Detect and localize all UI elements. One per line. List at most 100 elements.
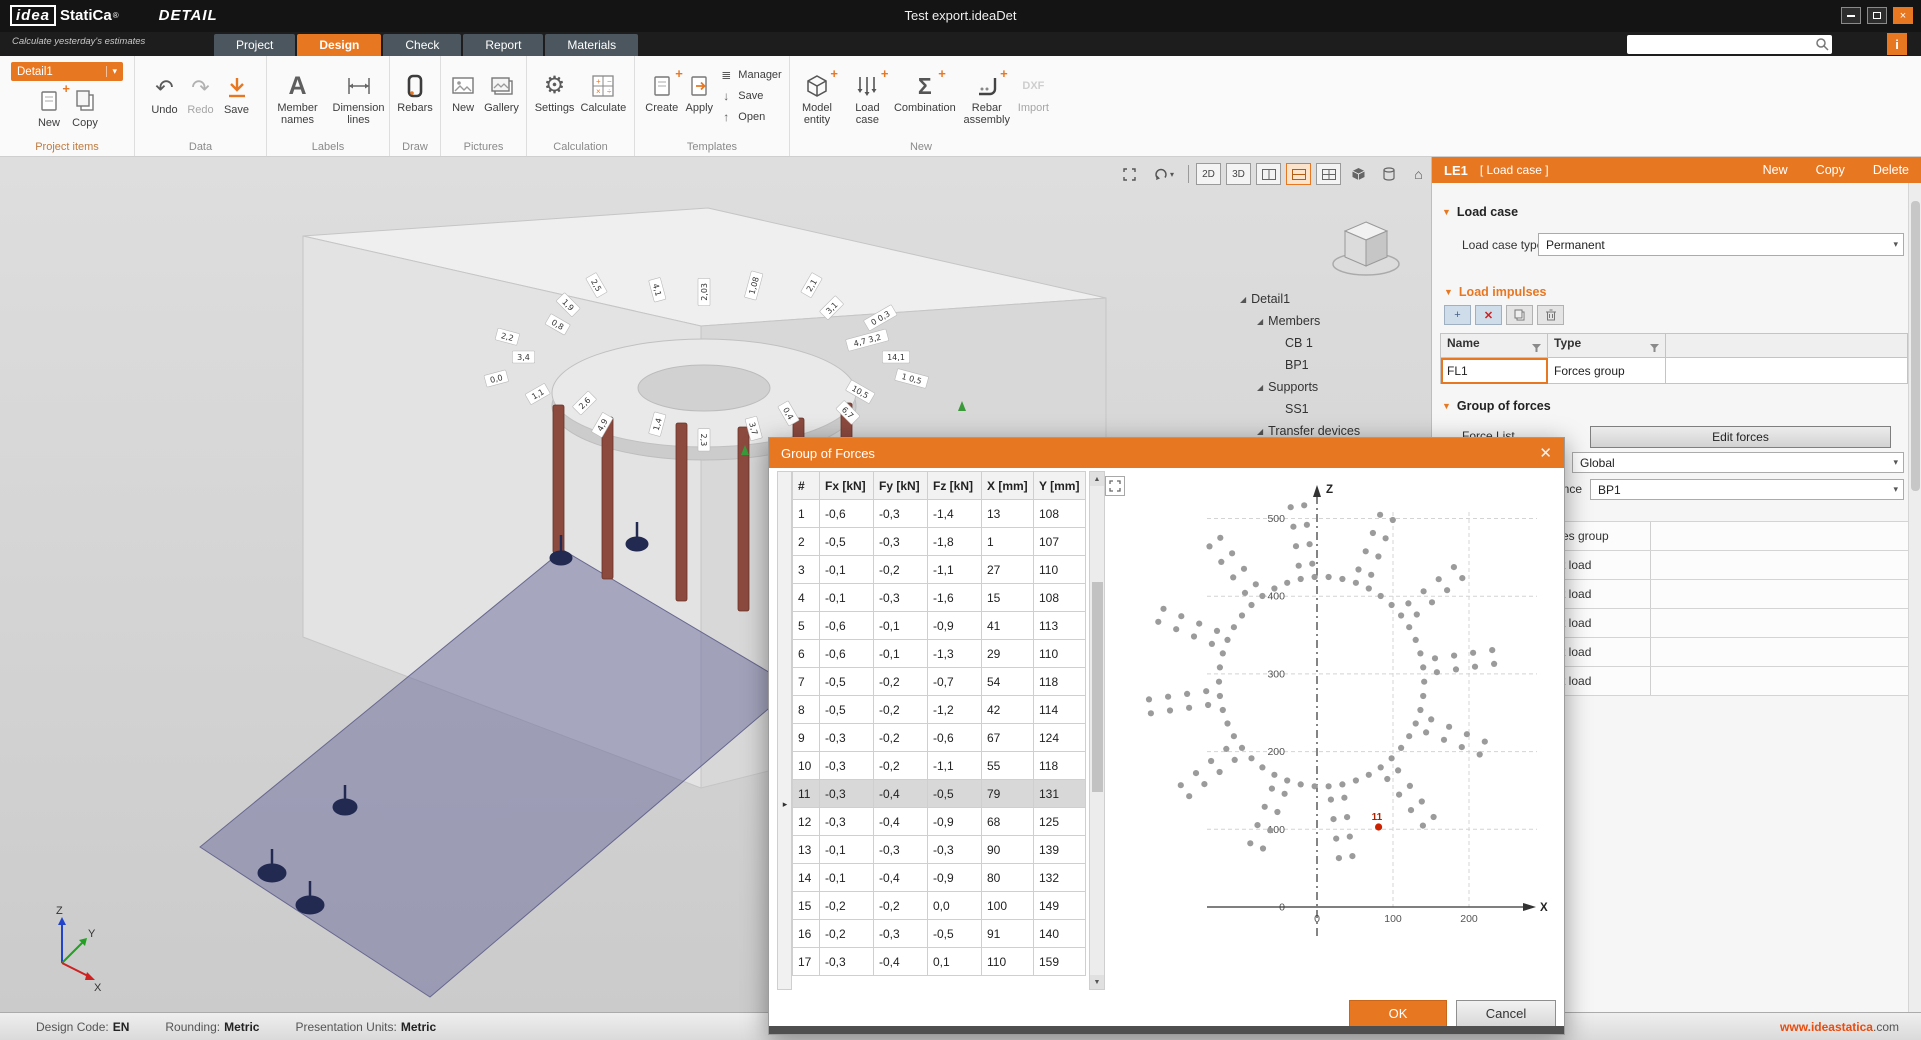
tree-item-supports[interactable]: ◢Supports	[1236, 376, 1426, 398]
forces-table-row[interactable]: 17-0,3-0,40,1110159	[793, 948, 1086, 976]
navigation-cube[interactable]	[1329, 206, 1403, 290]
copy-impulse-button[interactable]	[1506, 305, 1533, 325]
scroll-up-icon[interactable]: ▲	[1090, 472, 1104, 486]
tab-materials[interactable]: Materials	[545, 34, 638, 56]
plot-fullscreen-icon[interactable]	[1105, 476, 1125, 496]
view-2d-button[interactable]: 2D	[1196, 163, 1221, 185]
forces-table-row[interactable]: 16-0,2-0,3-0,591140	[793, 920, 1086, 948]
save-button[interactable]: Save	[219, 70, 255, 118]
cancel-button[interactable]: Cancel	[1456, 1000, 1556, 1027]
search-icon[interactable]	[1815, 37, 1829, 54]
section-load-case[interactable]: ▼ Load case	[1442, 205, 1518, 219]
table-scrollbar[interactable]: ▲ ▼	[1089, 471, 1105, 990]
workplane-a-button[interactable]	[1256, 163, 1281, 185]
template-save-button[interactable]: ↓ Save	[719, 89, 781, 103]
forces-column-header[interactable]: Fy [kN]	[874, 472, 928, 500]
tree-expander-icon[interactable]: ◢	[1240, 295, 1246, 304]
workplane-b-button[interactable]	[1286, 163, 1311, 185]
tree-expander-icon[interactable]: ◢	[1257, 317, 1263, 326]
tab-design[interactable]: Design	[297, 34, 381, 56]
tab-report[interactable]: Report	[463, 34, 543, 56]
copy-project-item-button[interactable]: Copy	[67, 83, 103, 131]
rebar-assembly-button[interactable]: + Rebar assembly	[959, 68, 1015, 128]
new-load-case-button[interactable]: + Load case	[844, 68, 891, 128]
forces-table-row[interactable]: 10-0,3-0,2-1,155118	[793, 752, 1086, 780]
delete-all-button[interactable]	[1537, 305, 1564, 325]
coordinate-system-select[interactable]: Global ▾	[1572, 452, 1904, 473]
edit-forces-button[interactable]: Edit forces	[1590, 426, 1891, 448]
add-impulse-button[interactable]: +	[1444, 305, 1471, 325]
forces-table-row[interactable]: 1-0,6-0,3-1,413108	[793, 500, 1086, 528]
forces-table-row[interactable]: 11-0,3-0,4-0,579131	[793, 780, 1086, 808]
filter-icon[interactable]	[1650, 341, 1659, 355]
rebars-button[interactable]: Rebars	[394, 68, 435, 116]
forces-table-row[interactable]: 4-0,1-0,3-1,615108	[793, 584, 1086, 612]
view-3d-button[interactable]: 3D	[1226, 163, 1251, 185]
tab-check[interactable]: Check	[383, 34, 461, 56]
reference-select[interactable]: BP1 ▾	[1590, 479, 1904, 500]
redo-button[interactable]: ↷ Redo	[183, 70, 219, 118]
copy-load-case-link[interactable]: Copy	[1816, 163, 1845, 177]
create-template-button[interactable]: + Create	[642, 68, 681, 116]
restore-button[interactable]	[1867, 7, 1887, 24]
forces-table-row[interactable]: 14-0,1-0,4-0,980132	[793, 864, 1086, 892]
new-project-item-button[interactable]: + New	[31, 83, 67, 131]
workplane-c-button[interactable]	[1316, 163, 1341, 185]
delete-load-case-link[interactable]: Delete	[1873, 163, 1909, 177]
dxf-import-button[interactable]: DXF Import	[1015, 68, 1052, 116]
search-input[interactable]	[1631, 36, 1811, 52]
forces-column-header[interactable]: Fx [kN]	[820, 472, 874, 500]
tree-expander-icon[interactable]: ◢	[1257, 427, 1263, 436]
forces-table-row[interactable]: 15-0,2-0,20,0100149	[793, 892, 1086, 920]
close-icon[interactable]: ✕	[1539, 444, 1552, 462]
apply-template-button[interactable]: Apply	[681, 68, 717, 116]
forces-table-row[interactable]: 13-0,1-0,3-0,390139	[793, 836, 1086, 864]
info-button[interactable]: i	[1887, 33, 1907, 55]
forces-table-row[interactable]: 7-0,5-0,2-0,754118	[793, 668, 1086, 696]
forces-table[interactable]: #Fx [kN]Fy [kN]Fz [kN]X [mm]Y [mm]1-0,6-…	[792, 471, 1086, 976]
dialog-title-bar[interactable]: Group of Forces ✕	[769, 438, 1564, 468]
detail1-dropdown-button[interactable]: Detail1 ▾	[11, 62, 123, 81]
dimension-lines-button[interactable]: Dimension lines	[328, 68, 389, 128]
forces-table-row[interactable]: 2-0,5-0,3-1,81107	[793, 528, 1086, 556]
combination-button[interactable]: Σ+ Combination	[891, 68, 959, 116]
column-header-name[interactable]: Name	[1441, 334, 1548, 358]
solid-view-icon[interactable]	[1346, 163, 1371, 185]
forces-column-header[interactable]: Y [mm]	[1034, 472, 1086, 500]
forces-table-row[interactable]: 3-0,1-0,2-1,127110	[793, 556, 1086, 584]
forces-table-row[interactable]: 9-0,3-0,2-0,667124	[793, 724, 1086, 752]
template-manager-button[interactable]: ≣ Manager	[719, 68, 781, 82]
template-open-button[interactable]: ↑ Open	[719, 110, 781, 124]
forces-table-row[interactable]: 6-0,6-0,1-1,329110	[793, 640, 1086, 668]
fullscreen-icon[interactable]	[1117, 163, 1142, 185]
forces-column-header[interactable]: #	[793, 472, 820, 500]
tree-item-detail1[interactable]: ◢Detail1	[1236, 288, 1426, 310]
forces-column-header[interactable]: Fz [kN]	[928, 472, 982, 500]
panel-scrollbar[interactable]	[1908, 183, 1921, 1012]
section-load-impulses[interactable]: ▼ Load impulses	[1444, 285, 1546, 299]
tab-project[interactable]: Project	[214, 34, 295, 56]
new-picture-button[interactable]: New	[445, 68, 481, 116]
tree-item-members[interactable]: ◢Members	[1236, 310, 1426, 332]
delete-impulse-button[interactable]: ✕	[1475, 305, 1502, 325]
member-names-button[interactable]: A Member names	[267, 68, 328, 128]
model-entity-button[interactable]: + Model entity	[790, 68, 844, 128]
home-view-icon[interactable]: ⌂	[1406, 163, 1431, 185]
forces-column-header[interactable]: X [mm]	[982, 472, 1034, 500]
load-case-type-select[interactable]: Permanent ▾	[1538, 233, 1904, 256]
forces-table-row[interactable]: 5-0,6-0,1-0,941113	[793, 612, 1086, 640]
website-link[interactable]: www.ideastatica.com	[1780, 1020, 1899, 1034]
tree-expander-icon[interactable]: ◢	[1257, 383, 1263, 392]
column-header-type[interactable]: Type	[1548, 334, 1666, 358]
minimize-button[interactable]	[1841, 7, 1861, 24]
settings-button[interactable]: ⚙ Settings	[532, 68, 578, 116]
new-load-case-link[interactable]: New	[1763, 163, 1788, 177]
undo-button[interactable]: ↶ Undo	[147, 70, 183, 118]
forces-table-row[interactable]: 12-0,3-0,4-0,968125	[793, 808, 1086, 836]
shaded-view-icon[interactable]	[1376, 163, 1401, 185]
close-button[interactable]: ×	[1893, 7, 1913, 24]
orbit-icon[interactable]: ▾	[1147, 163, 1181, 185]
tree-item-ss1[interactable]: SS1	[1236, 398, 1426, 420]
scroll-down-icon[interactable]: ▼	[1090, 975, 1104, 989]
forces-table-row[interactable]: 8-0,5-0,2-1,242114	[793, 696, 1086, 724]
